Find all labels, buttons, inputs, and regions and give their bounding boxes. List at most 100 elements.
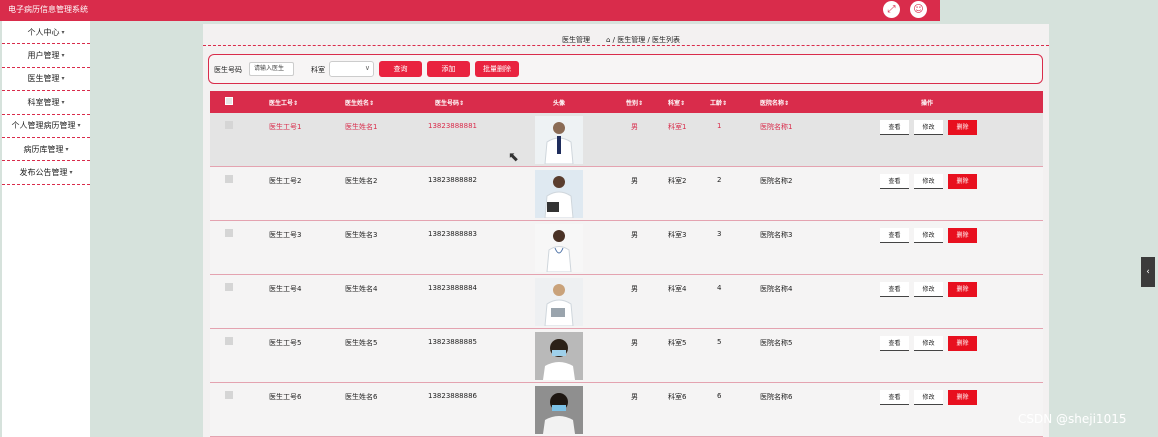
- department-select[interactable]: ∨: [329, 61, 374, 77]
- header-actions: 操作: [921, 100, 934, 107]
- chevron-down-icon: ▾: [61, 98, 65, 106]
- collapse-panel-icon[interactable]: ‹: [1141, 257, 1155, 287]
- chevron-down-icon: ▾: [61, 28, 65, 36]
- view-button[interactable]: 查看: [880, 336, 909, 351]
- sidebar-item-label: 医生管理: [27, 74, 60, 84]
- header-id[interactable]: 医生工号⇕: [269, 98, 298, 107]
- add-button[interactable]: 添加: [427, 61, 470, 77]
- delete-button[interactable]: 删除: [948, 228, 977, 243]
- sidebar-item-users[interactable]: 用户管理 ▾: [2, 44, 90, 68]
- table-row[interactable]: 医生工号1 医生姓名1 13823888881 男 科室1 1 医院名称1 查看…: [210, 113, 1043, 167]
- edit-button[interactable]: 修改: [914, 336, 943, 351]
- cell-name: 医生姓名1: [345, 123, 378, 131]
- view-button[interactable]: 查看: [880, 120, 909, 135]
- table-row[interactable]: 医生工号4 医生姓名4 13823888884 男 科室4 4 医院名称4 查看…: [210, 275, 1043, 329]
- chevron-down-icon: ▾: [77, 122, 81, 130]
- sidebar-item-label: 用户管理: [27, 51, 60, 61]
- sidebar: 个人中心 ▾ 用户管理 ▾ 医生管理 ▾ 科室管理 ▾ 个人管理病历管理 ▾ 病历库管理 ▾…: [2, 21, 90, 437]
- header-years[interactable]: 工龄⇕: [710, 98, 727, 107]
- cell-id: 医生工号5: [269, 339, 302, 347]
- cell-gender: 男: [631, 231, 638, 239]
- query-button[interactable]: 查询: [379, 61, 422, 77]
- row-checkbox[interactable]: [225, 283, 233, 291]
- cell-years: 5: [717, 338, 722, 346]
- edit-button[interactable]: 修改: [914, 390, 943, 405]
- cell-id: 医生工号2: [269, 177, 302, 185]
- cell-dept: 科室6: [668, 393, 687, 401]
- row-checkbox[interactable]: [225, 391, 233, 399]
- cell-hospital: 医院名称2: [760, 177, 793, 185]
- table-row[interactable]: 医生工号6 医生姓名6 13823888886 男 科室6 6 医院名称6 查看…: [210, 383, 1043, 437]
- cell-name: 医生姓名3: [345, 231, 378, 239]
- sidebar-item-doctors[interactable]: 医生管理 ▾: [2, 68, 90, 92]
- header-gender[interactable]: 性别⇕: [626, 98, 643, 107]
- table-header: 医生工号⇕ 医生姓名⇕ 医生号码⇕ 头像 性别⇕ 科室⇕ 工龄⇕ 医院名称⇕ 操…: [210, 91, 1043, 113]
- chevron-down-icon: ▾: [61, 75, 65, 83]
- sidebar-item-record-library[interactable]: 病历库管理 ▾: [2, 138, 90, 162]
- cell-years: 1: [717, 122, 722, 130]
- row-checkbox[interactable]: [225, 175, 233, 183]
- view-button[interactable]: 查看: [880, 282, 909, 297]
- cell-id: 医生工号1: [269, 123, 302, 131]
- cell-hospital: 医院名称1: [760, 123, 793, 131]
- cell-phone: 13823888884: [428, 284, 477, 292]
- cell-dept: 科室5: [668, 339, 687, 347]
- department-label: 科室: [311, 66, 325, 74]
- header-name[interactable]: 医生姓名⇕: [345, 98, 374, 107]
- doctor-avatar: [535, 278, 583, 326]
- batch-delete-button[interactable]: 批量删除: [475, 61, 519, 77]
- cell-hospital: 医院名称5: [760, 339, 793, 347]
- watermark: CSDN @sheji1015: [1018, 412, 1127, 426]
- delete-button[interactable]: 删除: [948, 282, 977, 297]
- header-dept[interactable]: 科室⇕: [668, 98, 685, 107]
- view-button[interactable]: 查看: [880, 174, 909, 189]
- sidebar-item-departments[interactable]: 科室管理 ▾: [2, 91, 90, 115]
- edit-button[interactable]: 修改: [914, 228, 943, 243]
- chevron-down-icon: ▾: [61, 52, 65, 60]
- delete-button[interactable]: 删除: [948, 174, 977, 189]
- doctor-avatar: [535, 224, 583, 272]
- cell-name: 医生姓名6: [345, 393, 378, 401]
- sidebar-item-announcements[interactable]: 发布公告管理 ▾: [2, 161, 90, 185]
- doctor-avatar: [535, 116, 583, 164]
- delete-button[interactable]: 删除: [948, 120, 977, 135]
- cell-gender: 男: [631, 393, 638, 401]
- delete-button[interactable]: 删除: [948, 390, 977, 405]
- row-checkbox[interactable]: [225, 121, 233, 129]
- cell-phone: 13823888881: [428, 122, 477, 130]
- doctor-table: 医生工号⇕ 医生姓名⇕ 医生号码⇕ 头像 性别⇕ 科室⇕ 工龄⇕ 医院名称⇕ 操…: [210, 91, 1043, 437]
- cell-name: 医生姓名4: [345, 285, 378, 293]
- app-title: 电子病历信息管理系统: [8, 5, 88, 14]
- cell-gender: 男: [631, 123, 638, 131]
- row-checkbox[interactable]: [225, 337, 233, 345]
- view-button[interactable]: 查看: [880, 390, 909, 405]
- cell-years: 6: [717, 392, 722, 400]
- fullscreen-icon[interactable]: ⤢: [883, 1, 900, 18]
- sidebar-item-personal-center[interactable]: 个人中心 ▾: [2, 21, 90, 45]
- cell-hospital: 医院名称4: [760, 285, 793, 293]
- main-content: 医生管理 ⌂ / 医生管理 / 医生列表 医生号码 请输入医生 科室 ∨ 查询 …: [203, 24, 1049, 437]
- edit-button[interactable]: 修改: [914, 282, 943, 297]
- header-phone[interactable]: 医生号码⇕: [435, 98, 464, 107]
- sidebar-item-label: 个人管理病历管理: [11, 121, 76, 131]
- cell-phone: 13823888883: [428, 230, 477, 238]
- row-checkbox[interactable]: [225, 229, 233, 237]
- table-row[interactable]: 医生工号3 医生姓名3 13823888883 男 科室3 3 医院名称3 查看…: [210, 221, 1043, 275]
- delete-button[interactable]: 删除: [948, 336, 977, 351]
- table-row[interactable]: 医生工号5 医生姓名5 13823888885 男 科室5 5 医院名称5 查看…: [210, 329, 1043, 383]
- chevron-down-icon: ▾: [65, 145, 69, 153]
- edit-button[interactable]: 修改: [914, 120, 943, 135]
- doctor-number-input[interactable]: 请输入医生: [249, 62, 294, 76]
- table-row[interactable]: 医生工号2 医生姓名2 13823888882 男 科室2 2 医院名称2 查看…: [210, 167, 1043, 221]
- user-icon[interactable]: ☺: [910, 1, 927, 18]
- edit-button[interactable]: 修改: [914, 174, 943, 189]
- cell-name: 医生姓名5: [345, 339, 378, 347]
- cell-id: 医生工号6: [269, 393, 302, 401]
- cell-phone: 13823888882: [428, 176, 477, 184]
- view-button[interactable]: 查看: [880, 228, 909, 243]
- sidebar-item-personal-records[interactable]: 个人管理病历管理 ▾: [2, 115, 90, 138]
- select-all-checkbox[interactable]: [225, 97, 233, 105]
- chevron-down-icon: ∨: [364, 64, 370, 72]
- sidebar-item-label: 个人中心: [27, 27, 60, 37]
- header-hospital[interactable]: 医院名称⇕: [760, 98, 789, 107]
